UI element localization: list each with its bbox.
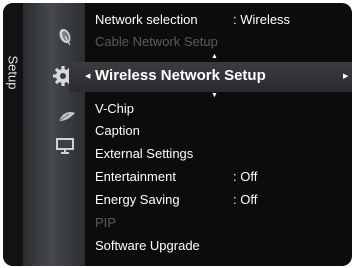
category-icon-bar bbox=[23, 3, 85, 266]
menu-item-value: : Wireless bbox=[233, 12, 291, 27]
right-arrow-icon[interactable]: ▶ bbox=[343, 73, 348, 80]
menu-item-label: PIP bbox=[95, 215, 116, 230]
menu-item-label: External Settings bbox=[95, 146, 194, 161]
menu-item-v-chip[interactable]: V-Chip bbox=[95, 101, 134, 116]
menu-item-cable-network-setup: Cable Network Setup bbox=[95, 34, 218, 49]
menu-item-network-selection[interactable]: Network selection bbox=[95, 12, 198, 27]
tab-setup[interactable]: Setup bbox=[3, 3, 23, 266]
menu-item-pip: PIP bbox=[95, 215, 116, 230]
menu-item-energy-saving[interactable]: Energy Saving bbox=[95, 192, 180, 207]
menu-item-label: Network selection bbox=[95, 12, 198, 27]
tv-menu-frame: Setup Network selection: Wireless Cable… bbox=[0, 0, 354, 268]
leaf-icon[interactable] bbox=[57, 109, 77, 125]
menu-item-software-upgrade[interactable]: Software Upgrade bbox=[95, 238, 200, 253]
setup-menu-panel: Setup Network selection: Wireless Cable… bbox=[3, 3, 352, 266]
satellite-dish-icon[interactable] bbox=[56, 27, 74, 47]
scroll-up-arrow-icon[interactable]: ▲ bbox=[211, 53, 218, 60]
menu-item-caption[interactable]: Caption bbox=[95, 123, 140, 138]
menu-item-label: Cable Network Setup bbox=[95, 34, 218, 49]
tab-setup-label: Setup bbox=[5, 55, 21, 90]
menu-item-external-settings[interactable]: External Settings bbox=[95, 146, 193, 161]
left-arrow-icon[interactable]: ◀ bbox=[85, 73, 90, 80]
scroll-down-arrow-icon[interactable]: ▼ bbox=[211, 92, 218, 99]
menu-item-entertainment[interactable]: Entertainment bbox=[95, 169, 176, 184]
menu-item-value: : Off bbox=[233, 169, 258, 184]
menu-item-value: : Off bbox=[233, 192, 258, 207]
menu-item-wireless-network-setup[interactable]: Wireless Network Setup bbox=[95, 67, 266, 84]
menu-item-label: Software Upgrade bbox=[95, 238, 200, 253]
menu-item-label: V-Chip bbox=[95, 101, 135, 116]
menu-item-label: Energy Saving bbox=[95, 192, 180, 207]
monitor-icon[interactable] bbox=[55, 137, 77, 155]
menu-item-label: Caption bbox=[95, 123, 140, 138]
menu-item-label: Entertainment bbox=[95, 169, 176, 184]
